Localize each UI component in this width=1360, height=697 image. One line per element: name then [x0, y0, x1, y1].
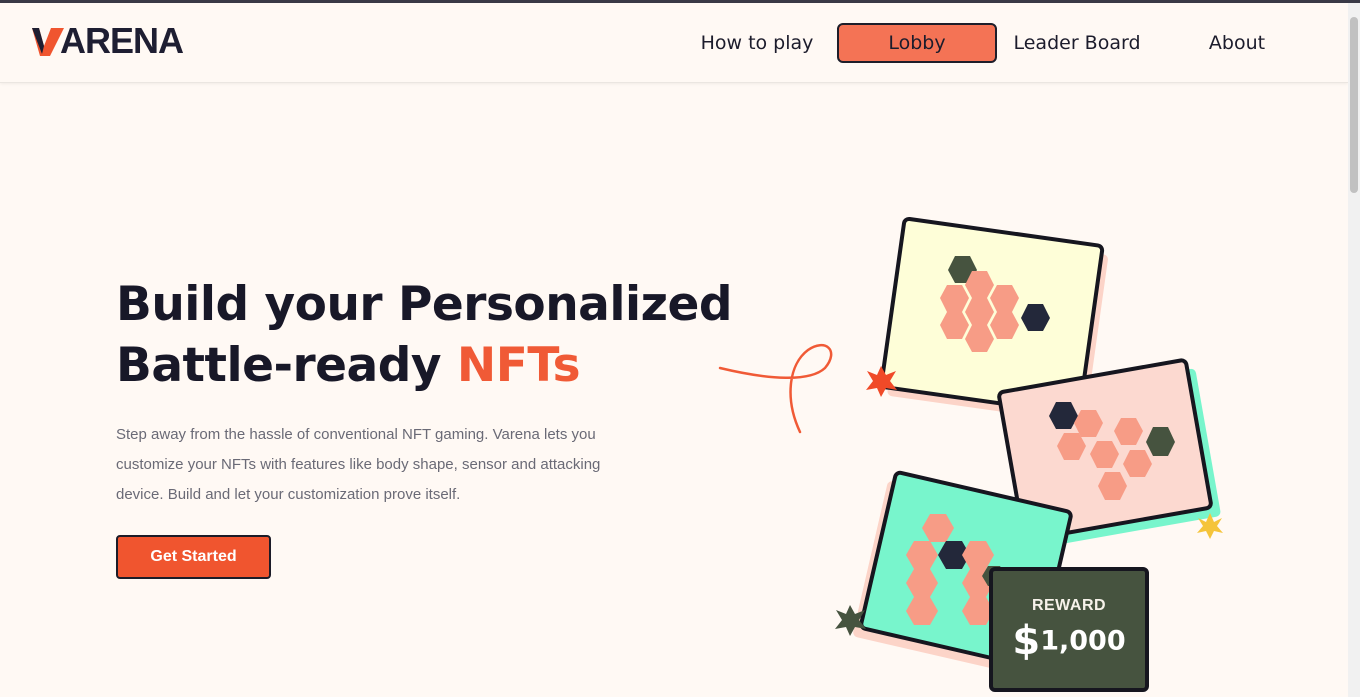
reward-label: REWARD [1031, 597, 1107, 614]
hero-title-accent: NFTs [456, 338, 581, 393]
page-scrollbar[interactable] [1348, 3, 1360, 697]
reward-card: REWARD $1,000 [989, 567, 1149, 692]
reward-value: 1,000 [1040, 625, 1126, 657]
dollar-icon: $ [1012, 618, 1041, 664]
hero-description: Step away from the hassle of conventiona… [116, 426, 601, 503]
reward-amount: $1,000 [993, 618, 1145, 664]
varena-logo[interactable]: ARENA [30, 20, 184, 61]
nft-cards-illustration [718, 216, 1223, 676]
navbar: ARENA How to play Lobby Leader Board Abo… [0, 3, 1348, 83]
get-started-button[interactable]: Get Started [116, 535, 271, 579]
hero-title: Build your Personalized Battle-ready NFT… [116, 274, 736, 396]
nav-how-to-play[interactable]: How to play [694, 23, 820, 63]
scrollbar-thumb[interactable] [1350, 17, 1358, 193]
nav-about[interactable]: About [1200, 23, 1274, 63]
logo-v-icon [32, 28, 64, 56]
hero-title-line2: Battle-ready [116, 338, 457, 393]
nav-leader-board[interactable]: Leader Board [1008, 23, 1146, 63]
nav-lobby-button[interactable]: Lobby [837, 23, 997, 63]
decorative-swirl [718, 343, 833, 434]
hero-title-line1: Build your Personalized [116, 277, 732, 332]
logo-text: ARENA [60, 20, 184, 61]
hero-illustration: REWARD $1,000 [700, 200, 1260, 697]
